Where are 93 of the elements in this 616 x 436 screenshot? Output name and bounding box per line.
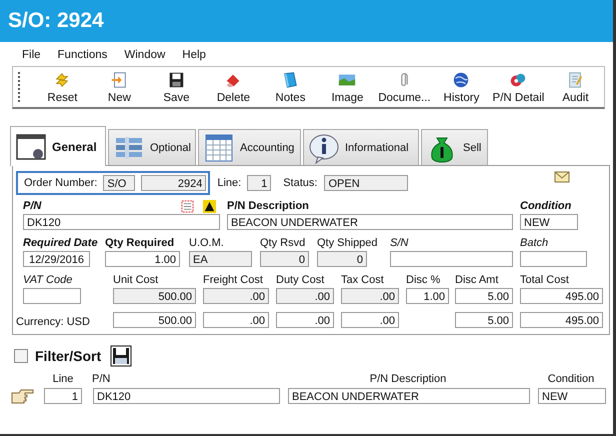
list-icon[interactable]	[181, 200, 194, 212]
table-cell[interactable]: NEW	[538, 388, 606, 404]
filter-label: Filter/Sort	[35, 348, 102, 364]
warning-icon[interactable]	[203, 200, 216, 212]
toolbar-button[interactable]: Delete	[204, 70, 262, 104]
toolbar-button[interactable]: Save	[148, 70, 205, 104]
column-header: P/N Description	[368, 372, 448, 384]
field-label: Condition	[520, 200, 572, 212]
field-label: P/N	[23, 200, 42, 212]
currency-label: Currency: USD	[16, 316, 91, 328]
document-icon	[110, 70, 128, 88]
field-label: Unit Cost	[113, 274, 158, 286]
input-field[interactable]: .00	[341, 312, 399, 328]
input-field[interactable]: .00	[276, 288, 334, 304]
menu-item[interactable]: Help	[182, 49, 206, 61]
floppy-disk-icon[interactable]	[110, 345, 132, 367]
column-header: Line	[52, 372, 74, 384]
order-number-field[interactable]: 2924	[141, 175, 206, 191]
field-label: Freight Cost	[203, 274, 263, 286]
input-field[interactable]: 1.00	[105, 251, 180, 267]
field-label: Batch	[520, 237, 548, 249]
field-label: VAT Code	[23, 274, 72, 286]
envelope-icon[interactable]	[554, 171, 570, 183]
input-field[interactable]: 0	[260, 251, 309, 267]
field-label: Duty Cost	[276, 274, 324, 286]
input-field[interactable]: 5.00	[455, 312, 513, 328]
tab[interactable]: Sell	[421, 129, 488, 165]
notepad-icon	[566, 70, 584, 88]
field-label: Qty Required	[105, 237, 174, 249]
menu-item[interactable]: Window	[124, 49, 166, 61]
table-cell[interactable]: BEACON UNDERWATER	[288, 388, 530, 404]
tab[interactable]: Optional	[108, 129, 196, 165]
field-label: Status:	[283, 177, 318, 189]
field-label: P/N Description	[227, 200, 309, 212]
input-field[interactable]: 12/29/2016	[23, 251, 90, 267]
toolbar-button[interactable]: New	[90, 70, 148, 104]
field-label: S/N	[390, 237, 408, 249]
input-field[interactable]: .00	[203, 312, 269, 328]
input-field[interactable]	[23, 288, 81, 304]
field-label: Qty Rsvd	[260, 237, 306, 249]
field-label: Disc Amt	[455, 274, 498, 286]
field-label: Disc %	[406, 274, 440, 286]
input-field[interactable]: .00	[276, 312, 334, 328]
toolbar-button[interactable]: Reset	[34, 70, 91, 104]
field-label: Qty Shipped	[317, 237, 378, 249]
input-field[interactable]: DK120	[23, 214, 220, 230]
checkbox[interactable]	[14, 349, 28, 363]
column-header: P/N	[92, 372, 112, 384]
paperclip-icon	[400, 72, 408, 86]
input-field[interactable]: 5.00	[455, 288, 513, 304]
input-field[interactable]: 500.00	[113, 288, 196, 304]
line-field[interactable]: 1	[247, 175, 272, 191]
input-field[interactable]: 500.00	[113, 312, 196, 328]
toolbar-grip[interactable]	[18, 72, 22, 102]
input-field[interactable]	[520, 251, 587, 267]
pointing-hand-icon	[11, 388, 35, 404]
order-prefix-field[interactable]: S/O	[103, 175, 136, 191]
input-field[interactable]: .00	[203, 288, 269, 304]
toolbar-button[interactable]: History	[432, 70, 490, 104]
input-field[interactable]: 1.00	[406, 288, 449, 304]
toolbar-button[interactable]: P/N Detail	[490, 70, 547, 104]
input-field[interactable]: 495.00	[520, 288, 603, 304]
field-label: U.O.M.	[189, 237, 224, 249]
input-field[interactable]: 495.00	[520, 312, 603, 328]
toolbar-button[interactable]: Notes	[262, 70, 319, 104]
input-field[interactable]: .00	[341, 288, 399, 304]
input-field[interactable]: BEACON UNDERWATER	[227, 214, 513, 230]
field-label: Order Number:	[24, 177, 98, 189]
column-header: Condition	[546, 372, 596, 384]
field-label: Required Date	[23, 237, 98, 249]
menu-item[interactable]: Functions	[58, 49, 108, 61]
input-field[interactable]: 0	[317, 251, 367, 267]
spreadsheet-icon	[203, 132, 235, 164]
toolbar-button[interactable]: Docume...	[376, 70, 433, 104]
field-label: Line:	[217, 177, 242, 189]
field-label: Total Cost	[520, 274, 569, 286]
toolbar-button[interactable]: Image	[318, 70, 376, 104]
tab[interactable]: Accounting	[198, 129, 301, 165]
toolbar-button[interactable]: Audit	[546, 70, 604, 104]
tab[interactable]: Informational	[303, 129, 419, 165]
status-field[interactable]: OPEN	[324, 175, 408, 191]
table-cell[interactable]: DK120	[93, 388, 280, 404]
tab[interactable]: General	[10, 126, 106, 166]
window-title: S/O: 2924	[8, 9, 104, 33]
table-cell[interactable]: 1	[44, 388, 82, 404]
info-icon	[308, 132, 340, 164]
input-field[interactable]: EA	[189, 251, 252, 267]
menu-item[interactable]: File	[22, 49, 41, 61]
book-icon	[281, 70, 300, 88]
globe-icon	[452, 70, 470, 88]
input-field[interactable]	[390, 251, 513, 267]
input-field[interactable]: NEW	[520, 214, 578, 230]
field-label: Tax Cost	[341, 274, 384, 286]
